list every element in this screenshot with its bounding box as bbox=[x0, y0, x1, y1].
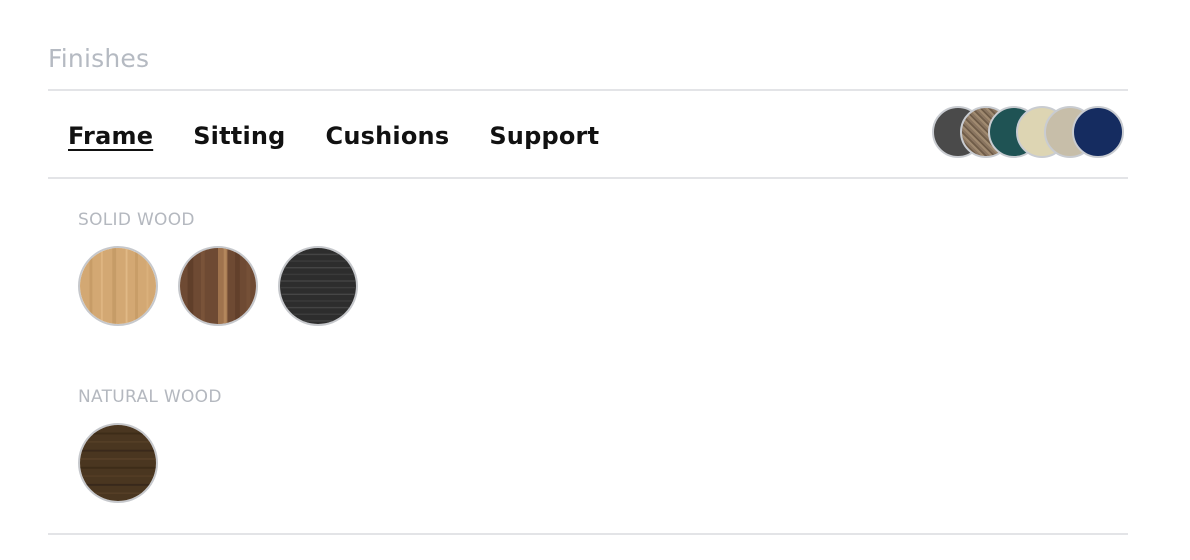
preview-swatch-navy bbox=[1072, 106, 1124, 158]
tab-sitting[interactable]: Sitting bbox=[193, 116, 285, 156]
swatch-row-natural-wood bbox=[78, 423, 178, 503]
dark-oak-texture bbox=[80, 425, 156, 501]
swatch-row-solid-wood bbox=[78, 246, 378, 326]
finishes-panel: Finishes Frame Sitting Cushions Support … bbox=[48, 0, 1128, 560]
walnut-texture bbox=[180, 248, 256, 324]
divider bbox=[48, 177, 1128, 179]
oak-light-texture bbox=[80, 248, 156, 324]
divider bbox=[48, 533, 1128, 535]
swatch-black-stained[interactable] bbox=[278, 246, 358, 326]
swatch-oak-light[interactable] bbox=[78, 246, 158, 326]
tab-support[interactable]: Support bbox=[489, 116, 599, 156]
tab-cushions[interactable]: Cushions bbox=[326, 116, 450, 156]
swatch-walnut[interactable] bbox=[178, 246, 258, 326]
section-title: Finishes bbox=[48, 44, 150, 73]
black-stained-texture bbox=[280, 248, 356, 324]
swatch-dark-oak[interactable] bbox=[78, 423, 158, 503]
selected-finishes-preview bbox=[932, 106, 1128, 162]
finish-tabs: Frame Sitting Cushions Support bbox=[68, 116, 639, 156]
tab-frame[interactable]: Frame bbox=[68, 116, 153, 156]
group-label-natural-wood: NATURAL WOOD bbox=[78, 387, 222, 407]
divider bbox=[48, 89, 1128, 91]
group-label-solid-wood: SOLID WOOD bbox=[78, 210, 195, 230]
